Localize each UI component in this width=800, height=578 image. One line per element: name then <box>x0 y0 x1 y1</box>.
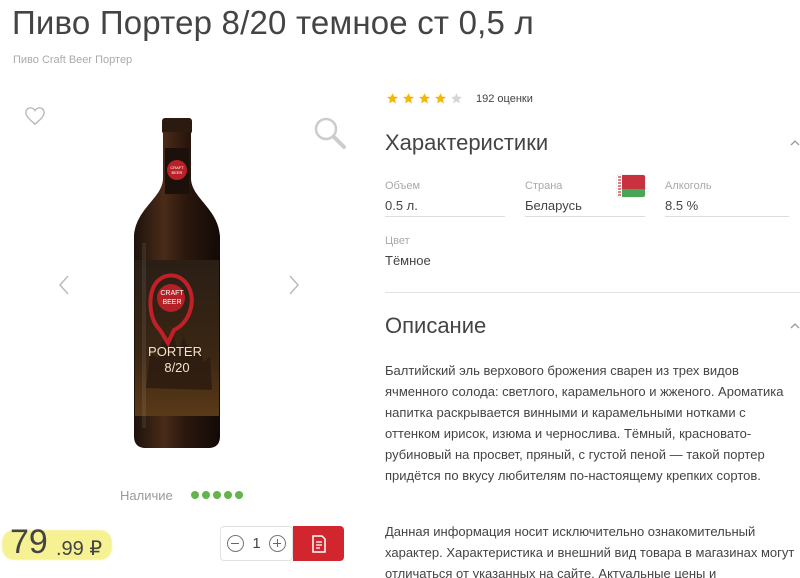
availability-dot <box>191 491 199 499</box>
volume-label: Объем <box>385 180 421 192</box>
availability-dot <box>202 491 210 499</box>
belarus-flag-icon <box>617 175 645 197</box>
add-to-cart-button[interactable] <box>293 526 344 561</box>
plus-icon[interactable] <box>269 535 286 552</box>
bottle-label-name-line1: PORTER <box>148 344 202 359</box>
bottle-label-brand-line2: BEER <box>162 299 181 306</box>
rating-stars[interactable] <box>386 92 463 105</box>
bottle-label-name-line2: 8/20 <box>164 360 189 375</box>
price-integer: 79 <box>10 523 48 561</box>
availability-dot <box>213 491 221 499</box>
quantity-value[interactable]: 1 <box>252 535 260 552</box>
star-filled-icon[interactable] <box>386 92 399 105</box>
minus-icon[interactable] <box>227 535 244 552</box>
product-image-bottle: CRAFT BEER CRAFT BEER PORTER 8/20 <box>134 118 220 448</box>
quantity-stepper: 1 <box>220 526 293 561</box>
price-fraction: .99 ₽ <box>56 538 103 560</box>
section-divider <box>385 292 800 293</box>
alcohol-label: Алкоголь <box>665 180 712 192</box>
description-title[interactable]: Описание <box>385 313 486 339</box>
star-filled-icon[interactable] <box>418 92 431 105</box>
zoom-icon[interactable] <box>313 116 347 150</box>
gallery-prev-arrow-icon[interactable] <box>56 273 72 297</box>
availability-dot <box>235 491 243 499</box>
star-filled-icon[interactable] <box>402 92 415 105</box>
cart-list-icon <box>311 534 326 553</box>
color-value: Тёмное <box>385 253 431 268</box>
volume-value: 0.5 л. <box>385 198 418 213</box>
chevron-up-icon[interactable] <box>790 139 800 147</box>
description-paragraph: Балтийский эль верхового брожения сварен… <box>385 363 784 483</box>
rating-count[interactable]: 192 оценки <box>476 93 533 105</box>
country-value: Беларусь <box>525 198 582 213</box>
alcohol-value: 8.5 % <box>665 198 699 213</box>
star-filled-icon[interactable] <box>434 92 447 105</box>
svg-text:BEER: BEER <box>172 170 183 175</box>
star-empty-icon[interactable] <box>450 92 463 105</box>
heart-icon[interactable] <box>24 106 46 126</box>
bottle-label-brand-line1: CRAFT <box>160 290 184 297</box>
chevron-up-icon[interactable] <box>790 322 800 330</box>
availability-label: Наличие <box>120 488 173 503</box>
disclaimer-paragraph: Данная информация носит исключительно оз… <box>385 524 795 578</box>
color-label: Цвет <box>385 235 410 247</box>
product-breadcrumb[interactable]: Пиво Craft Beer Портер <box>13 54 132 66</box>
gallery-next-arrow-icon[interactable] <box>286 273 302 297</box>
availability-indicator <box>191 491 243 499</box>
product-title: Пиво Портер 8/20 темное ст 0,5 л <box>12 4 534 41</box>
country-label: Страна <box>525 180 563 192</box>
characteristics-title[interactable]: Характеристики <box>385 130 548 156</box>
availability-dot <box>224 491 232 499</box>
